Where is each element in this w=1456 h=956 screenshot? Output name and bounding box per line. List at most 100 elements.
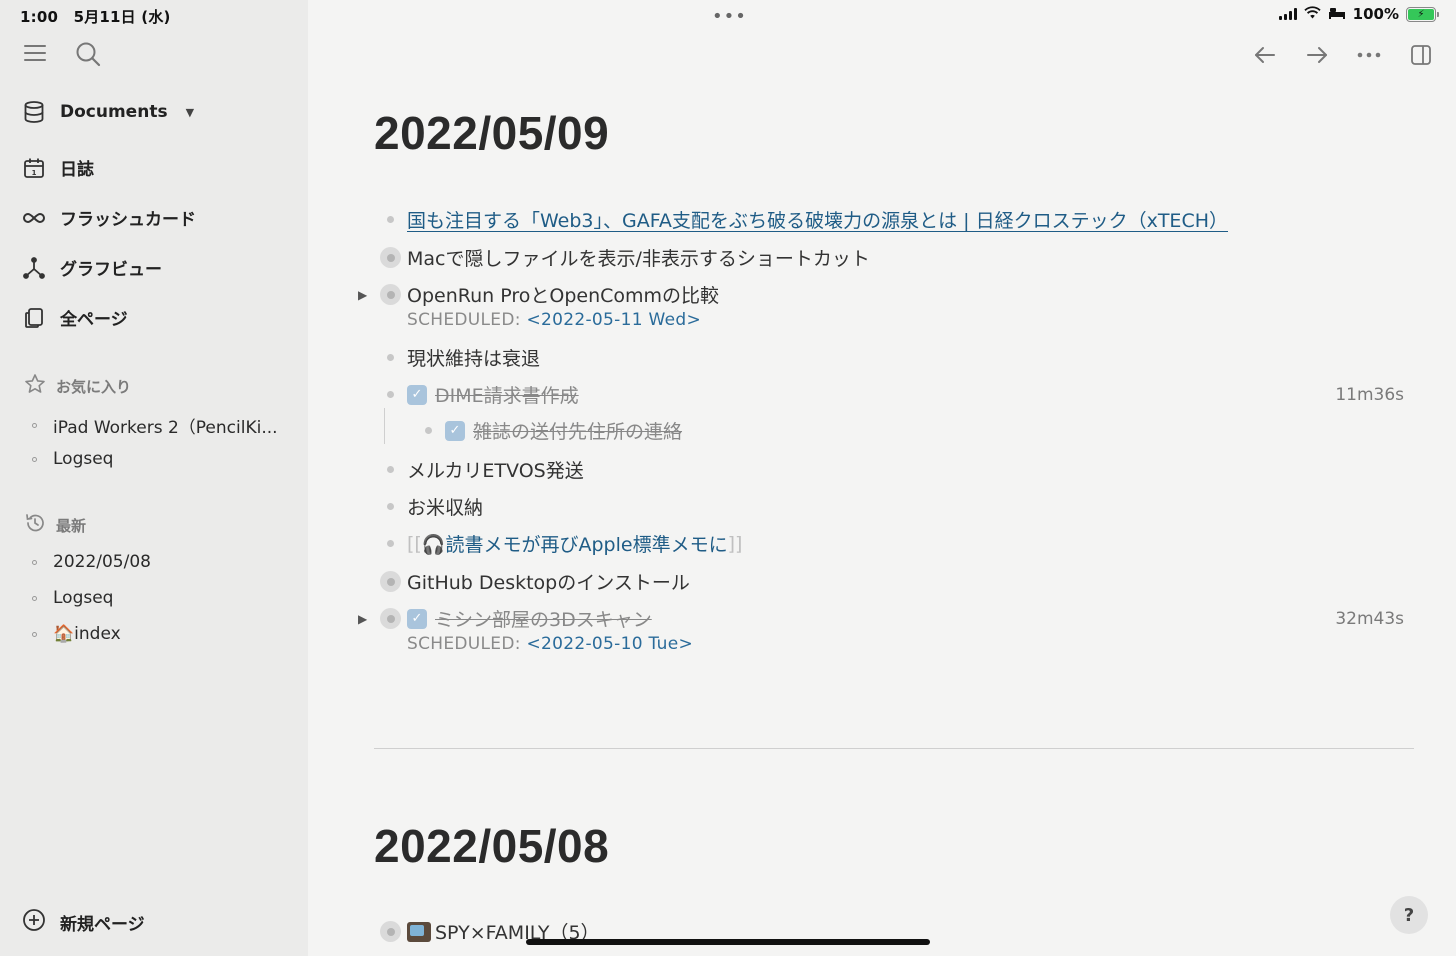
block-text[interactable]: Macで隠しファイルを表示/非表示するショートカット: [407, 244, 870, 271]
block-text[interactable]: ミシン部屋の3Dスキャン: [435, 605, 652, 632]
block[interactable]: 現状維持は衰退: [374, 344, 1414, 371]
sidebar-item-flashcards[interactable]: フラッシュカード: [22, 205, 196, 230]
block-bullet[interactable]: [374, 496, 407, 518]
block-bullet[interactable]: [412, 420, 445, 442]
children-guide-line: [384, 408, 385, 444]
block-text[interactable]: GitHub Desktopのインストール: [407, 568, 690, 595]
svg-text:1: 1: [32, 169, 37, 177]
block[interactable]: お米収納: [374, 493, 1414, 520]
block-bullet[interactable]: [374, 533, 407, 555]
block-child[interactable]: ✓ 雑誌の送付先住所の連絡: [412, 417, 1412, 444]
page-reference[interactable]: 🎧読書メモが再びApple標準メモに: [422, 530, 728, 557]
multitasking-dots-icon[interactable]: •••: [712, 6, 747, 27]
scheduled-label: SCHEDULED:: [407, 634, 521, 654]
page-ref-bracket: [[: [407, 532, 422, 555]
block-bullet-collapsed[interactable]: [374, 921, 407, 943]
block-bullet-collapsed[interactable]: [374, 247, 407, 269]
scheduled-label: SCHEDULED:: [407, 310, 521, 330]
sidebar-item-label: 日誌: [60, 160, 94, 180]
documents-label: Documents: [60, 102, 168, 122]
documents-switcher[interactable]: Documents ▼: [22, 100, 194, 124]
block-bullet[interactable]: [374, 347, 407, 369]
block[interactable]: メルカリETVOS発送: [374, 456, 1414, 483]
menu-icon[interactable]: [22, 40, 48, 72]
block[interactable]: [[ 🎧読書メモが再びApple標準メモに ]]: [374, 530, 1414, 557]
sidebar-item-journals[interactable]: 1 日誌: [22, 155, 94, 180]
recent-heading-label: 最新: [56, 516, 87, 535]
forward-arrow-icon[interactable]: [1304, 42, 1330, 68]
block-bullet-collapsed[interactable]: [374, 571, 407, 593]
status-indicators: 100% ⚡: [1278, 5, 1439, 23]
more-options-icon[interactable]: [1356, 42, 1382, 68]
star-icon: [24, 373, 46, 399]
favorites-heading-label: お気に入り: [56, 377, 132, 396]
graph-icon: [22, 256, 46, 280]
pages-icon: [22, 306, 46, 330]
journal-title[interactable]: 2022/05/08: [374, 819, 609, 873]
new-page-button[interactable]: 新規ページ: [22, 908, 145, 937]
block-bullet[interactable]: [374, 459, 407, 481]
scheduled-date[interactable]: <2022-05-10 Tue>: [526, 634, 693, 654]
recent-item[interactable]: 🏠index: [32, 624, 121, 644]
recent-item-label: 2022/05/08: [53, 552, 151, 572]
sidebar: 1:00 5月11日 (水) Documents ▼ 1 日誌 フラッシュカード: [0, 0, 308, 956]
calendar-icon: 1: [22, 156, 46, 180]
favorites-heading[interactable]: お気に入り: [24, 373, 131, 399]
back-arrow-icon[interactable]: [1252, 42, 1278, 68]
sidebar-item-all-pages[interactable]: 全ページ: [22, 305, 128, 330]
block-bullet[interactable]: [374, 384, 407, 406]
favorite-item-label: Logseq: [53, 449, 114, 469]
task-checkbox[interactable]: ✓: [407, 608, 427, 629]
favorite-item-label: iPad Workers 2（PencilKi...: [53, 418, 278, 438]
block-text[interactable]: OpenRun ProとOpenCommの比較: [407, 281, 719, 308]
scheduled-property: SCHEDULED: <2022-05-11 Wed>: [407, 310, 701, 330]
sidebar-item-label: フラッシュカード: [60, 210, 196, 230]
database-icon: [22, 100, 46, 124]
block-text[interactable]: 雑誌の送付先住所の連絡: [473, 417, 682, 444]
cellular-signal-icon: [1278, 8, 1297, 20]
recent-heading[interactable]: 最新: [24, 512, 86, 538]
recent-item[interactable]: 2022/05/08: [32, 552, 151, 572]
sidebar-item-graph-view[interactable]: グラフビュー: [22, 255, 162, 280]
status-time: 1:00 5月11日 (水): [20, 6, 171, 27]
favorite-item[interactable]: Logseq: [32, 449, 113, 469]
task-checkbox[interactable]: ✓: [445, 420, 465, 441]
sidebar-item-label: 全ページ: [60, 310, 128, 330]
block[interactable]: ✓ DIME請求書作成 11m36s: [374, 381, 1414, 408]
external-link[interactable]: 国も注目する「Web3」、GAFA支配をぶち破る破壊力の源泉とは | 日経クロス…: [407, 206, 1228, 233]
block-bullet-collapsed[interactable]: [374, 284, 407, 306]
expand-arrow-icon[interactable]: ▶: [358, 288, 367, 302]
new-page-label: 新規ページ: [60, 915, 145, 935]
history-icon: [24, 512, 46, 538]
search-icon[interactable]: [74, 40, 102, 72]
sidebar-item-label: グラフビュー: [60, 260, 162, 280]
block-bullet[interactable]: [374, 209, 407, 231]
favorite-item[interactable]: iPad Workers 2（PencilKi...: [32, 413, 278, 438]
block[interactable]: ▶ OpenRun ProとOpenCommの比較: [358, 281, 1414, 308]
journal-title[interactable]: 2022/05/09: [374, 106, 609, 160]
toolbar: [1252, 42, 1434, 68]
plus-circle-icon: [22, 908, 46, 937]
right-sidebar-toggle-icon[interactable]: [1408, 42, 1434, 68]
block[interactable]: ▶ ✓ ミシン部屋の3Dスキャン 32m43s: [358, 605, 1414, 632]
recent-item-label: 🏠index: [53, 624, 121, 644]
recent-item[interactable]: Logseq: [32, 588, 113, 608]
block[interactable]: Macで隠しファイルを表示/非表示するショートカット: [374, 244, 1414, 271]
task-timer: 11m36s: [1335, 384, 1404, 405]
block[interactable]: 国も注目する「Web3」、GAFA支配をぶち破る破壊力の源泉とは | 日経クロス…: [374, 206, 1414, 233]
block[interactable]: GitHub Desktopのインストール: [374, 568, 1414, 595]
scheduled-date[interactable]: <2022-05-11 Wed>: [526, 310, 701, 330]
block-text[interactable]: 現状維持は衰退: [407, 344, 540, 371]
television-icon: [407, 921, 431, 942]
task-checkbox[interactable]: ✓: [407, 384, 427, 405]
help-button[interactable]: ?: [1390, 896, 1428, 934]
block-text[interactable]: メルカリETVOS発送: [407, 456, 584, 483]
block-text[interactable]: お米収納: [407, 493, 483, 520]
bullet-icon: [32, 559, 37, 565]
home-indicator[interactable]: [526, 939, 930, 945]
expand-arrow-icon[interactable]: ▶: [358, 612, 367, 626]
page-ref-bracket: ]]: [727, 532, 743, 555]
block-bullet-collapsed[interactable]: [374, 608, 407, 630]
scheduled-property: SCHEDULED: <2022-05-10 Tue>: [407, 634, 693, 654]
block-text[interactable]: DIME請求書作成: [435, 381, 579, 408]
